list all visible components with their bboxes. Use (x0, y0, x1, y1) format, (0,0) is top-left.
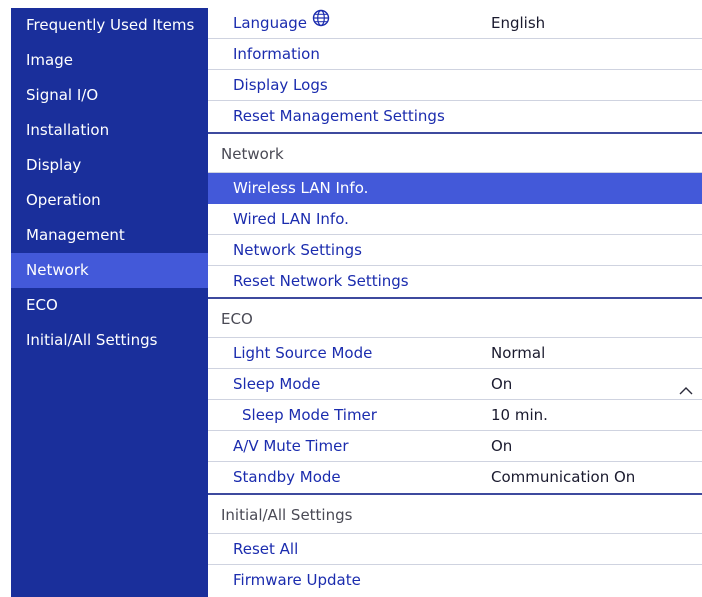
firmware-update-row[interactable]: Firmware Update (208, 565, 702, 596)
initial-all-settings-section-header: Initial/All Settings (208, 493, 702, 534)
sidebar-item-operation[interactable]: Operation (11, 183, 208, 218)
network-settings-row[interactable]: Network Settings (208, 235, 702, 266)
display-logs-label: Display Logs (233, 76, 328, 94)
sidebar-item-image[interactable]: Image (11, 43, 208, 78)
language-label: Language (233, 14, 308, 32)
reset-management-settings-row[interactable]: Reset Management Settings (208, 101, 702, 132)
network-section-header: Network (208, 132, 702, 173)
wired-lan-info-label: Wired LAN Info. (233, 210, 349, 228)
firmware-update-label: Firmware Update (233, 571, 361, 589)
av-mute-timer-value: On (491, 437, 513, 455)
display-logs-row[interactable]: Display Logs (208, 70, 702, 101)
sidebar-item-frequently-used-items[interactable]: Frequently Used Items (11, 8, 208, 43)
sidebar-item-initial-all-settings[interactable]: Initial/All Settings (11, 323, 208, 358)
light-source-mode-value: Normal (491, 344, 546, 362)
wired-lan-info-row[interactable]: Wired LAN Info. (208, 204, 702, 235)
sidebar-item-signal-io[interactable]: Signal I/O (11, 78, 208, 113)
language-value: English (491, 14, 546, 32)
sleep-mode-timer-value: 10 min. (491, 406, 548, 424)
sidebar-item-network[interactable]: Network (11, 253, 208, 288)
wireless-lan-info-row[interactable]: Wireless LAN Info. (208, 173, 702, 204)
reset-all-label: Reset All (233, 540, 299, 558)
eco-section-header: ECO (208, 297, 702, 338)
information-label: Information (233, 45, 320, 63)
sidebar-item-installation[interactable]: Installation (11, 113, 208, 148)
sidebar-item-management[interactable]: Management (11, 218, 208, 253)
sidebar-item-eco[interactable]: ECO (11, 288, 208, 323)
light-source-mode-row[interactable]: Light Source Mode Normal (208, 338, 702, 369)
globe-icon (312, 7, 330, 38)
settings-panel: Language English Information Display Log… (208, 8, 702, 597)
network-settings-label: Network Settings (233, 241, 362, 259)
standby-mode-value: Communication On (491, 468, 636, 486)
sleep-mode-timer-label: Sleep Mode Timer (242, 406, 377, 424)
reset-all-row[interactable]: Reset All (208, 534, 702, 565)
standby-mode-row[interactable]: Standby Mode Communication On (208, 462, 702, 493)
sleep-mode-timer-row[interactable]: Sleep Mode Timer 10 min. (208, 400, 702, 431)
language-row[interactable]: Language English (208, 8, 702, 39)
sidebar-menu: Frequently Used Items Image Signal I/O I… (11, 8, 208, 597)
av-mute-timer-label: A/V Mute Timer (233, 437, 349, 455)
reset-network-settings-row[interactable]: Reset Network Settings (208, 266, 702, 297)
sleep-mode-value: On (491, 375, 513, 393)
information-row[interactable]: Information (208, 39, 702, 70)
reset-network-settings-label: Reset Network Settings (233, 272, 409, 290)
sleep-mode-row[interactable]: Sleep Mode On (208, 369, 702, 400)
standby-mode-label: Standby Mode (233, 468, 341, 486)
av-mute-timer-row[interactable]: A/V Mute Timer On (208, 431, 702, 462)
language-label-wrap: Language (233, 8, 330, 39)
sleep-mode-label: Sleep Mode (233, 375, 321, 393)
sidebar-item-display[interactable]: Display (11, 148, 208, 183)
light-source-mode-label: Light Source Mode (233, 344, 373, 362)
wireless-lan-info-label: Wireless LAN Info. (233, 179, 369, 197)
reset-management-settings-label: Reset Management Settings (233, 107, 445, 125)
